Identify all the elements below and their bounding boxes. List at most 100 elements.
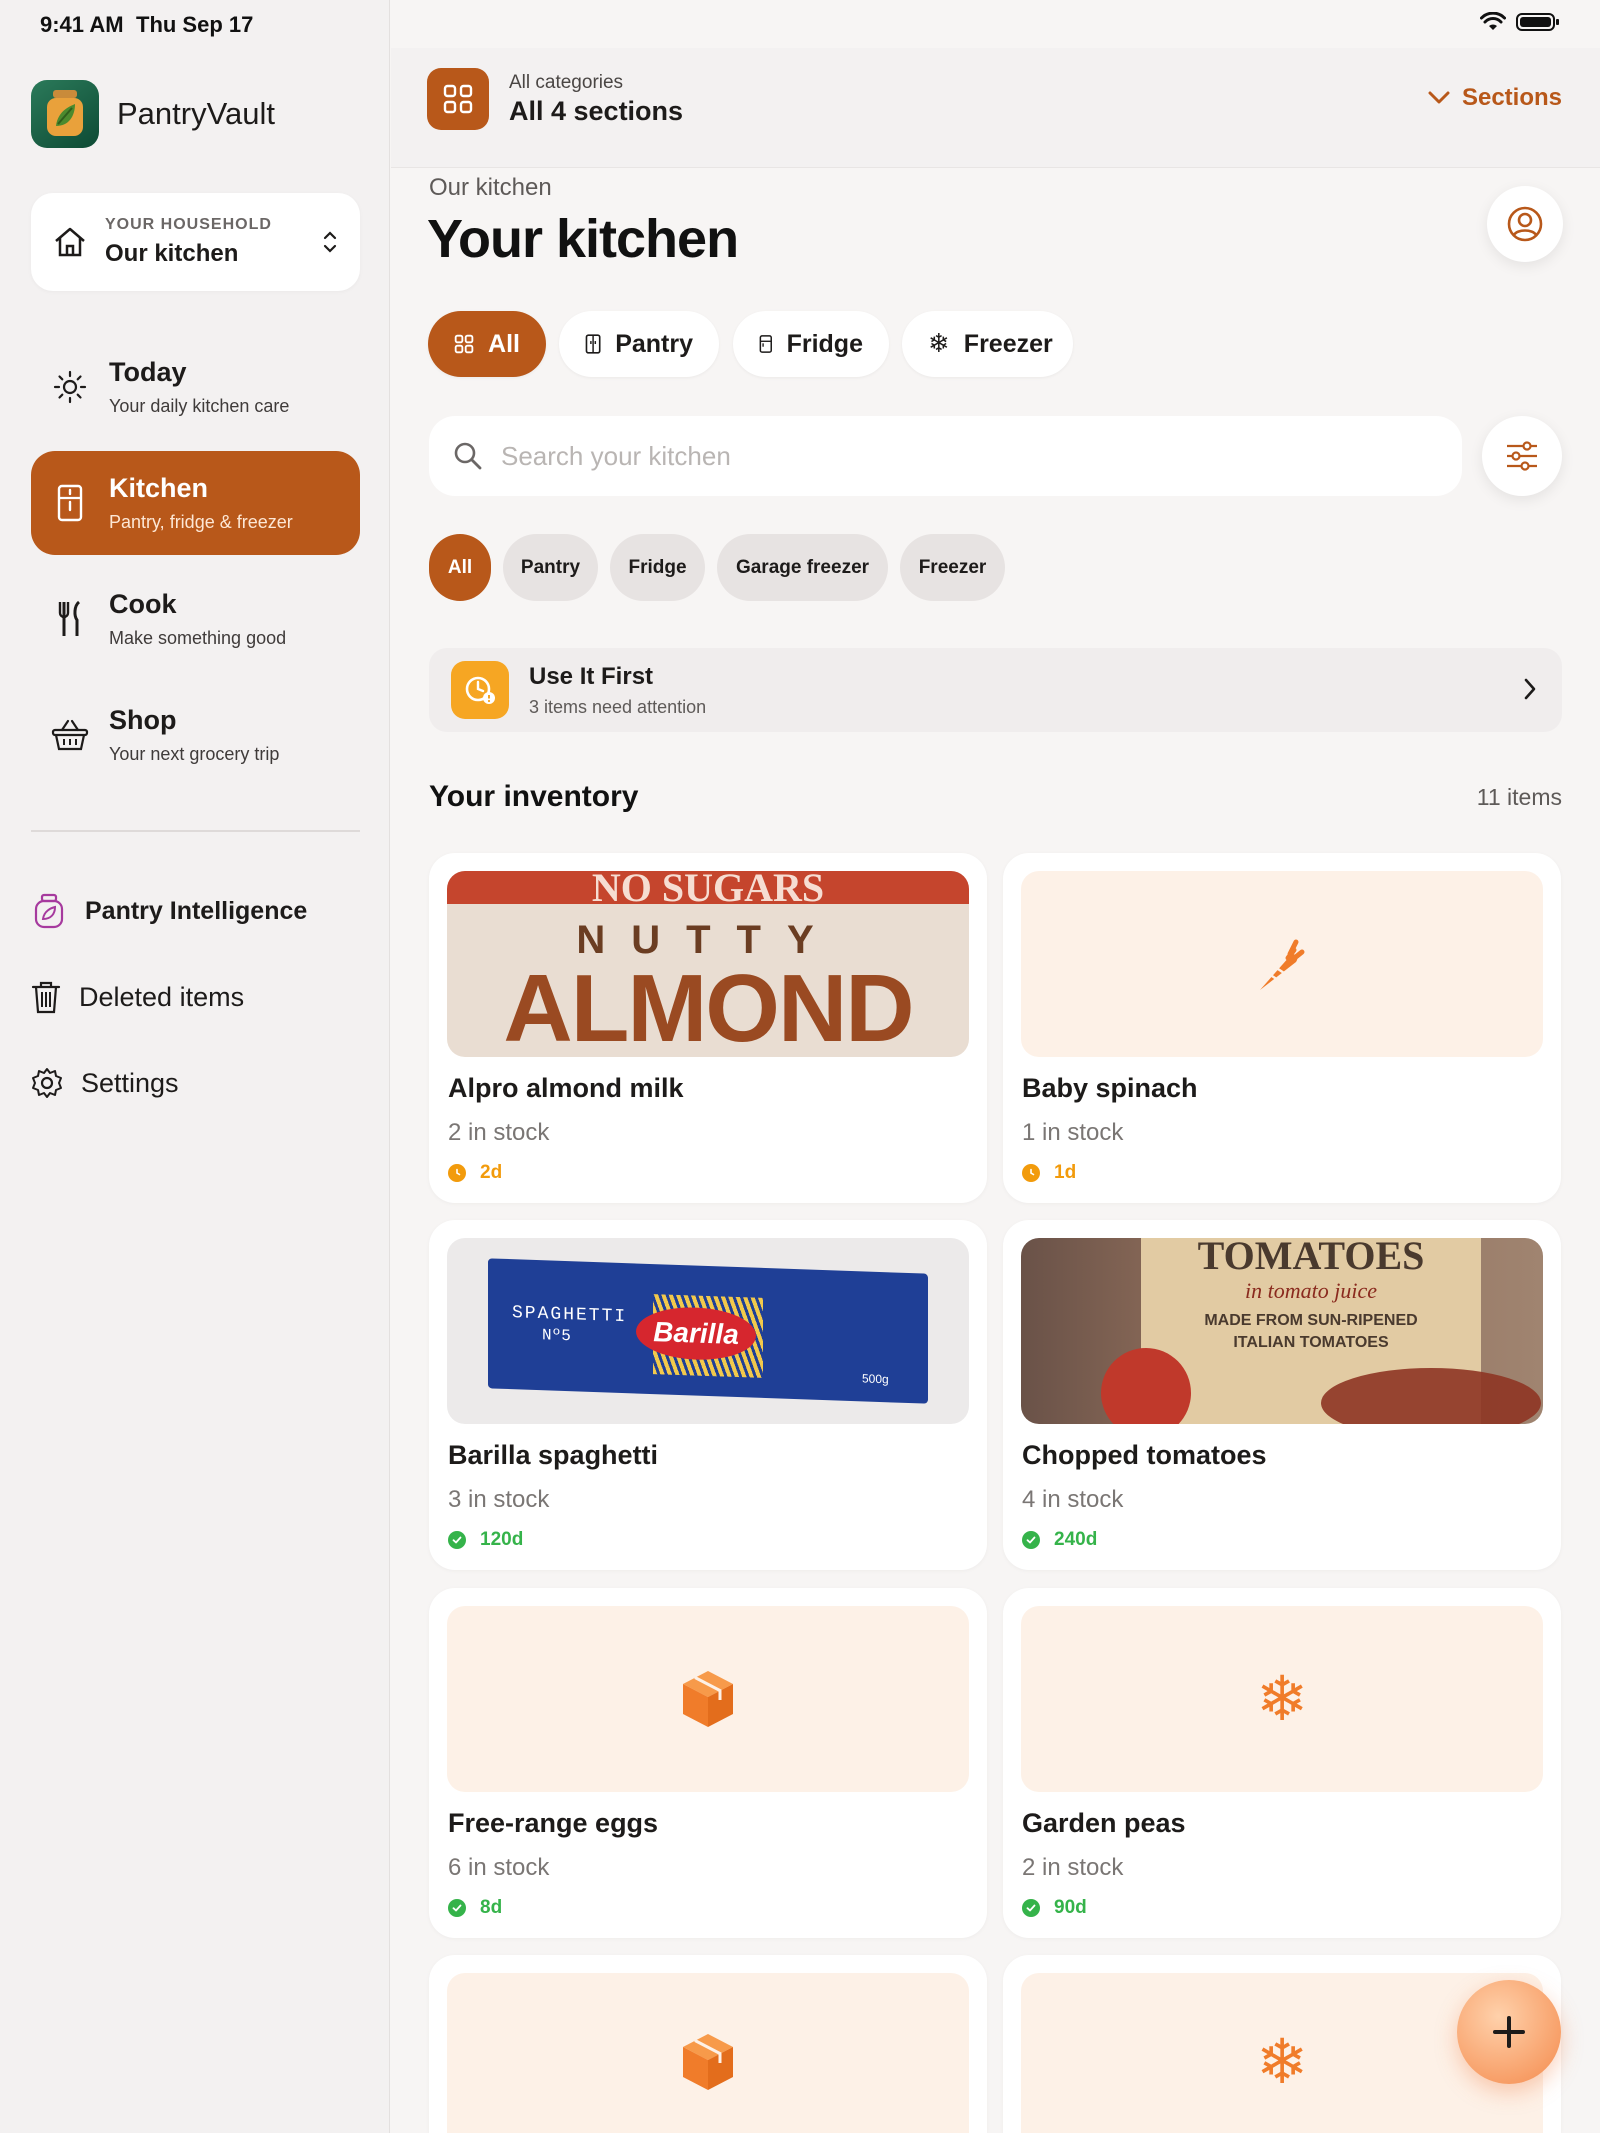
status-icons bbox=[1480, 12, 1560, 32]
wifi-icon bbox=[1480, 12, 1506, 30]
nav-title: Cook bbox=[109, 589, 177, 619]
inventory-card[interactable]: ❄ Garden peas 2 in stock 90d bbox=[1003, 1588, 1561, 1938]
primary-nav: Today Your daily kitchen care Kitchen Pa… bbox=[31, 335, 360, 799]
expiry-badge: 240d bbox=[1022, 1529, 1097, 1551]
photo-text: ALMOND bbox=[503, 955, 914, 1057]
use-it-first-banner[interactable]: Use It First 3 items need attention bbox=[429, 648, 1562, 732]
expiry-text: 120d bbox=[480, 1529, 524, 1550]
sun-icon bbox=[51, 368, 89, 406]
nav-subtitle: Your next grocery trip bbox=[109, 744, 280, 764]
segment-freezer[interactable]: ❄ Freezer bbox=[902, 311, 1073, 377]
snowflake-icon: ❄ bbox=[1021, 1606, 1543, 1792]
household-selector[interactable]: YOUR HOUSEHOLD Our kitchen bbox=[31, 193, 360, 291]
expiry-text: 2d bbox=[480, 1162, 503, 1183]
nav-title: Shop bbox=[109, 705, 177, 735]
clock-icon bbox=[1022, 1164, 1040, 1182]
fridge-icon bbox=[759, 335, 772, 353]
nav-item-deleted-items[interactable]: Deleted items bbox=[31, 980, 244, 1014]
inventory-card[interactable] bbox=[429, 1955, 987, 2133]
spaghetti-photo: SPAGHETTI Nº5 Barilla 500g bbox=[447, 1238, 969, 1424]
photo-text: NO SUGARS bbox=[447, 871, 969, 904]
nav-item-shop[interactable]: Shop Your next grocery trip bbox=[31, 683, 360, 787]
expiry-text: 90d bbox=[1054, 1897, 1087, 1918]
use-it-first-title: Use It First bbox=[529, 662, 654, 690]
expiry-text: 1d bbox=[1054, 1162, 1077, 1183]
inventory-card[interactable]: SPAGHETTI Nº5 Barilla 500g Barilla spagh… bbox=[429, 1220, 987, 1570]
nav-item-pantry-intelligence[interactable]: Pantry Intelligence bbox=[31, 893, 307, 929]
photo-text: 500g bbox=[862, 1371, 889, 1387]
category-header: All categories All 4 sections Sections bbox=[391, 48, 1600, 168]
item-name: Baby spinach bbox=[1022, 1073, 1198, 1103]
jar-leaf-icon bbox=[47, 90, 83, 136]
search-icon bbox=[454, 442, 482, 470]
plus-icon bbox=[1493, 2016, 1525, 2048]
nav-label: Pantry Intelligence bbox=[85, 896, 308, 925]
segment-label: Fridge bbox=[786, 329, 863, 358]
sections-button[interactable]: Sections bbox=[1428, 84, 1562, 112]
nav-label: Deleted items bbox=[79, 981, 245, 1012]
segment-all[interactable]: All bbox=[428, 311, 546, 377]
clock-alert-icon bbox=[451, 661, 509, 719]
grid-icon bbox=[427, 68, 489, 130]
household-caption: YOUR HOUSEHOLD bbox=[105, 216, 272, 233]
box-icon bbox=[447, 1973, 969, 2133]
item-stock: 4 in stock bbox=[1022, 1486, 1124, 1513]
photo-text: Nº5 bbox=[542, 1326, 571, 1346]
expiry-badge: 1d bbox=[1022, 1162, 1076, 1184]
expiry-badge: 90d bbox=[1022, 1897, 1087, 1919]
item-stock: 2 in stock bbox=[1022, 1854, 1124, 1881]
nav-item-settings[interactable]: Settings bbox=[31, 1067, 179, 1099]
item-stock: 1 in stock bbox=[1022, 1119, 1124, 1146]
inventory-card[interactable]: NO SUGARS NUTTY ALMOND Alpro almond milk… bbox=[429, 853, 987, 1203]
app-name: PantryVault bbox=[117, 96, 275, 131]
segment-pantry[interactable]: Pantry bbox=[559, 311, 719, 377]
inventory-card[interactable]: Baby spinach 1 in stock 1d bbox=[1003, 853, 1561, 1203]
checkmark-icon bbox=[1022, 1899, 1040, 1917]
nav-item-cook[interactable]: Cook Make something good bbox=[31, 567, 360, 671]
chevron-right-icon bbox=[1524, 678, 1536, 700]
status-bar: 9:41 AM Thu Sep 17 bbox=[0, 0, 1600, 48]
brand: PantryVault bbox=[31, 80, 275, 148]
chip-garage-freezer[interactable]: Garage freezer bbox=[717, 534, 888, 601]
inventory-title: Your inventory bbox=[429, 780, 639, 813]
add-item-button[interactable] bbox=[1457, 1980, 1561, 2084]
jar-icon bbox=[34, 893, 64, 929]
checkmark-icon bbox=[448, 1899, 466, 1917]
fridge-icon bbox=[51, 484, 89, 522]
search-input[interactable] bbox=[501, 440, 1401, 472]
basket-icon bbox=[51, 716, 89, 754]
segment-fridge[interactable]: Fridge bbox=[733, 311, 889, 377]
profile-button[interactable] bbox=[1487, 186, 1563, 262]
status-time: 9:41 AM bbox=[40, 12, 124, 37]
photo-text: SPAGHETTI bbox=[512, 1303, 628, 1328]
box-icon bbox=[447, 1606, 969, 1792]
segment-label: All bbox=[488, 329, 520, 358]
page-title: Your kitchen bbox=[427, 209, 739, 269]
pasta-box: SPAGHETTI Nº5 Barilla 500g bbox=[488, 1258, 928, 1404]
segment-label: Freezer bbox=[963, 329, 1053, 358]
app-logo bbox=[31, 80, 99, 148]
photo-text: MADE FROM SUN-RIPENED bbox=[1204, 1312, 1418, 1329]
search-bar bbox=[429, 416, 1462, 496]
checkmark-icon bbox=[448, 1531, 466, 1549]
inventory-card[interactable]: Free-range eggs 6 in stock 8d bbox=[429, 1588, 987, 1938]
status-date: Thu Sep 17 bbox=[136, 12, 254, 37]
snowflake-icon: ❄ bbox=[928, 329, 950, 359]
nav-item-kitchen[interactable]: Kitchen Pantry, fridge & freezer bbox=[31, 451, 360, 555]
clock-icon bbox=[448, 1164, 466, 1182]
item-stock: 3 in stock bbox=[448, 1486, 550, 1513]
sections-label: Sections bbox=[1461, 84, 1562, 111]
checkmark-icon bbox=[1022, 1531, 1040, 1549]
nav-subtitle: Make something good bbox=[109, 628, 287, 648]
fork-knife-icon bbox=[51, 600, 89, 638]
chip-freezer[interactable]: Freezer bbox=[900, 534, 1005, 601]
nav-label: Settings bbox=[81, 1067, 179, 1098]
chevron-down-icon bbox=[1428, 91, 1450, 104]
chip-fridge[interactable]: Fridge bbox=[610, 534, 705, 601]
expiry-text: 8d bbox=[480, 1897, 503, 1918]
chip-all[interactable]: All bbox=[429, 534, 491, 601]
filter-button[interactable] bbox=[1482, 416, 1562, 496]
nav-item-today[interactable]: Today Your daily kitchen care bbox=[31, 335, 360, 439]
chip-pantry[interactable]: Pantry bbox=[503, 534, 598, 601]
inventory-card[interactable]: TOMATOES in tomato juice MADE FROM SUN-R… bbox=[1003, 1220, 1561, 1570]
